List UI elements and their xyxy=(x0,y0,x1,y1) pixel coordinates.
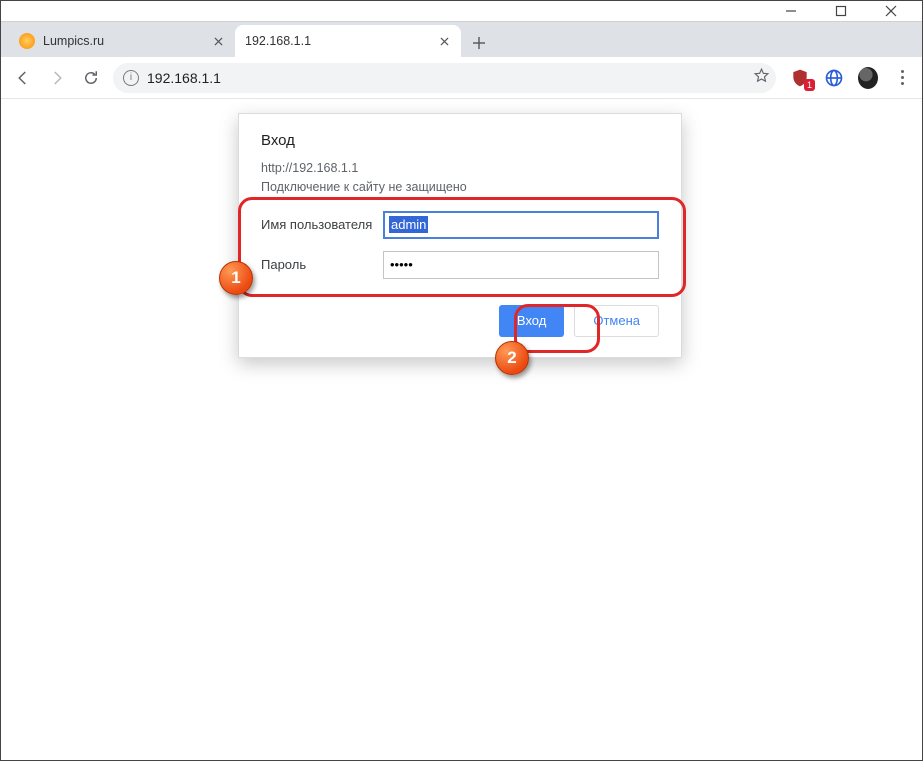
bookmark-button[interactable] xyxy=(753,67,770,89)
new-tab-button[interactable] xyxy=(465,29,493,57)
extension-button-1[interactable]: 1 xyxy=(790,68,810,88)
extension-icons: 1 xyxy=(790,68,912,88)
url-text: 192.168.1.1 xyxy=(147,70,745,86)
kebab-icon xyxy=(893,70,911,85)
window-close-button[interactable] xyxy=(866,0,916,25)
forward-button[interactable] xyxy=(45,66,69,90)
extension-button-2[interactable] xyxy=(824,68,844,88)
username-input[interactable]: admin xyxy=(383,211,659,239)
window-maximize-button[interactable] xyxy=(816,0,866,25)
login-button[interactable]: Вход xyxy=(499,305,564,337)
extension-badge: 1 xyxy=(804,79,815,91)
arrow-right-icon xyxy=(48,69,66,87)
window-titlebar xyxy=(1,1,922,21)
tab-title: 192.168.1.1 xyxy=(245,34,437,48)
window-minimize-button[interactable] xyxy=(766,0,816,25)
favicon-icon xyxy=(19,33,35,49)
site-info-icon[interactable]: i xyxy=(123,70,139,86)
dialog-title: Вход xyxy=(261,132,659,149)
profile-avatar[interactable] xyxy=(858,68,878,88)
tab-close-button[interactable] xyxy=(437,34,451,48)
tab-strip: Lumpics.ru 192.168.1.1 xyxy=(1,21,922,57)
username-value: admin xyxy=(389,216,428,233)
password-input[interactable] xyxy=(383,251,659,279)
reload-icon xyxy=(82,69,100,87)
address-bar[interactable]: i 192.168.1.1 xyxy=(113,63,776,93)
cancel-button[interactable]: Отмена xyxy=(574,305,659,337)
tab-close-button[interactable] xyxy=(211,34,225,48)
tab-router[interactable]: 192.168.1.1 xyxy=(235,25,461,57)
minimize-icon xyxy=(785,5,797,17)
http-auth-dialog: Вход http://192.168.1.1 Подключение к са… xyxy=(238,113,682,358)
tab-lumpics[interactable]: Lumpics.ru xyxy=(9,25,235,57)
dialog-subtitle: http://192.168.1.1 Подключение к сайту н… xyxy=(261,159,659,197)
maximize-icon xyxy=(835,5,847,17)
tab-title: Lumpics.ru xyxy=(43,34,211,48)
dialog-origin: http://192.168.1.1 xyxy=(261,159,659,178)
browser-menu-button[interactable] xyxy=(892,68,912,88)
plus-icon xyxy=(472,36,486,50)
close-icon xyxy=(885,5,897,17)
close-icon xyxy=(440,37,449,46)
username-label: Имя пользователя xyxy=(261,217,383,232)
username-row: Имя пользователя admin xyxy=(261,211,659,239)
reload-button[interactable] xyxy=(79,66,103,90)
star-icon xyxy=(753,67,770,84)
avatar-icon xyxy=(858,67,878,89)
arrow-left-icon xyxy=(14,69,32,87)
close-icon xyxy=(214,37,223,46)
browser-toolbar: i 192.168.1.1 1 xyxy=(1,57,922,99)
password-label: Пароль xyxy=(261,257,383,272)
password-row: Пароль xyxy=(261,251,659,279)
dialog-warning: Подключение к сайту не защищено xyxy=(261,178,659,197)
globe-icon xyxy=(824,68,844,88)
back-button[interactable] xyxy=(11,66,35,90)
dialog-buttons: Вход Отмена xyxy=(261,305,659,337)
